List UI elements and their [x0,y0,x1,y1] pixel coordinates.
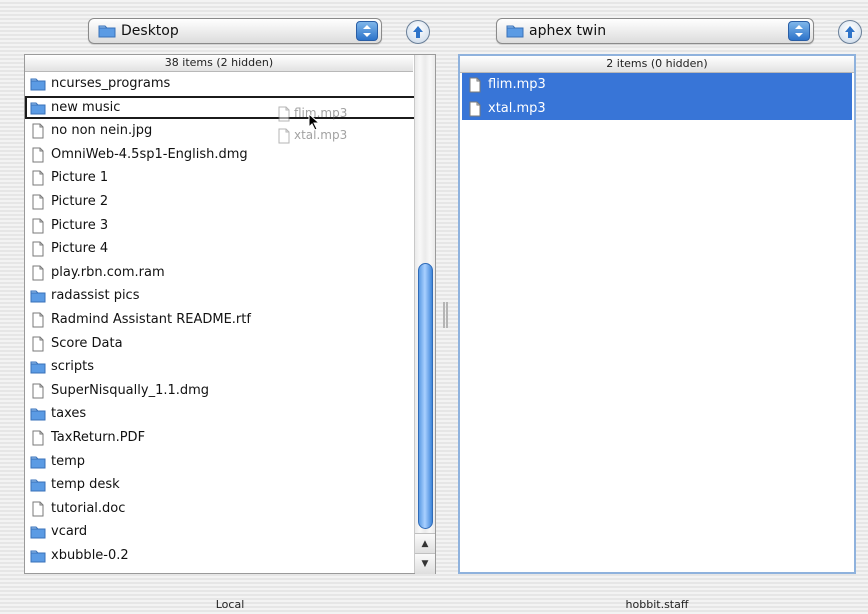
left-pane-footer: Local [215,598,245,611]
list-item[interactable]: no non nein.jpg [25,119,435,143]
cursor-icon [308,113,321,131]
folder-icon [98,25,116,38]
list-item[interactable]: Picture 1 [25,166,435,190]
list-item[interactable]: OmniWeb-4.5sp1-English.dmg [25,143,435,167]
document-icon [30,265,46,281]
folder-icon [30,548,46,564]
list-item-label: tutorial.doc [51,500,126,516]
scroll-thumb[interactable] [418,263,433,529]
left-up-button[interactable] [406,20,430,44]
list-item-label: Picture 2 [51,193,109,209]
document-icon [467,77,483,93]
left-pane-header: 38 items (2 hidden) [25,55,413,72]
folder-icon [30,100,46,116]
document-icon [30,383,46,399]
list-item-label: ncurses_programs [51,76,171,91]
up-arrow-icon [413,26,423,38]
list-item[interactable]: SuperNisqually_1.1.dmg [25,379,435,403]
document-icon [30,501,46,517]
list-item[interactable]: Picture 4 [25,237,435,261]
list-item-label: flim.mp3 [488,77,546,92]
split-divider-grip-icon[interactable] [443,302,449,328]
list-item-label: TaxReturn.PDF [51,429,146,445]
list-item[interactable]: Picture 2 [25,190,435,214]
right-location-label: aphex twin [529,23,607,39]
remote-file-pane[interactable]: 2 items (0 hidden) flim.mp3 xtal.mp3 [458,54,856,574]
list-item[interactable]: Radmind Assistant README.rtf [25,308,435,332]
list-item[interactable]: vcard [25,520,435,544]
list-item-label: play.rbn.com.ram [51,264,165,280]
right-location-popup[interactable]: aphex twin [496,18,814,44]
popup-arrows-icon [788,21,810,41]
list-item-label: OmniWeb-4.5sp1-English.dmg [51,146,248,162]
list-item[interactable]: play.rbn.com.ram [25,261,435,285]
list-item-label: temp [51,453,86,469]
folder-icon [30,359,46,375]
document-icon [276,106,290,122]
list-item[interactable]: scripts [25,355,435,379]
document-icon [30,336,46,352]
document-icon [30,312,46,328]
scroll-down-arrow-icon[interactable]: ▼ [415,553,435,574]
document-icon [30,218,46,234]
document-icon [276,128,290,144]
list-item-label: Radmind Assistant README.rtf [51,311,251,327]
list-item[interactable]: TaxReturn.PDF [25,426,435,450]
document-icon [30,194,46,210]
list-item-label: xtal.mp3 [488,100,546,116]
folder-icon [30,454,46,470]
list-item-label: Score Data [51,335,123,351]
list-item-label: radassist pics [51,288,140,304]
list-item[interactable]: new music [25,95,433,120]
list-item-label: xbubble-0.2 [51,547,129,563]
document-icon [467,101,483,117]
list-item[interactable]: temp [25,450,435,474]
up-arrow-icon [845,26,855,38]
left-file-list[interactable]: ncurses_programsnew music no non nein.jpg… [25,72,435,567]
list-item[interactable]: xbubble-0.2 [25,544,435,568]
list-item-label: scripts [51,359,94,375]
list-item[interactable]: xtal.mp3 [462,96,852,121]
list-item-label: vcard [51,524,88,540]
list-item[interactable]: ncurses_programs [25,72,435,96]
left-location-popup[interactable]: Desktop [88,18,382,44]
right-pane-header: 2 items (0 hidden) [460,56,854,73]
folder-icon [30,524,46,540]
right-up-button[interactable] [838,20,862,44]
list-item-label: no non nein.jpg [51,123,153,139]
list-item[interactable]: temp desk [25,473,435,497]
right-file-list[interactable]: flim.mp3 xtal.mp3 [460,73,854,121]
list-item-label: temp desk [51,477,120,493]
document-icon [30,147,46,163]
list-item[interactable]: Score Data [25,332,435,356]
folder-icon [506,25,524,38]
list-item-label: new music [51,99,121,115]
list-item[interactable]: taxes [25,402,435,426]
popup-arrows-icon [356,21,378,41]
folder-icon [30,76,46,92]
list-item-label: Picture 1 [51,170,109,186]
list-item[interactable]: radassist pics [25,284,435,308]
document-icon [30,123,46,139]
list-item-label: taxes [51,406,87,422]
list-item[interactable]: flim.mp3 [462,73,852,97]
document-icon [30,170,46,186]
left-location-label: Desktop [121,23,179,39]
scroll-up-arrow-icon[interactable]: ▲ [415,533,435,554]
list-item-label: Picture 3 [51,217,109,233]
folder-icon [30,477,46,493]
document-icon [30,241,46,257]
list-item-label: SuperNisqually_1.1.dmg [51,382,210,398]
document-icon [30,430,46,446]
list-item[interactable]: Picture 3 [25,214,435,238]
folder-icon [30,288,46,304]
list-item-label: Picture 4 [51,241,109,257]
list-item[interactable]: tutorial.doc [25,497,435,521]
left-scrollbar[interactable]: ▲ ▼ [414,55,435,574]
local-file-pane[interactable]: 38 items (2 hidden) ncurses_programsnew … [24,54,436,574]
right-pane-footer: hobbit.staff [625,598,689,611]
folder-icon [30,406,46,422]
